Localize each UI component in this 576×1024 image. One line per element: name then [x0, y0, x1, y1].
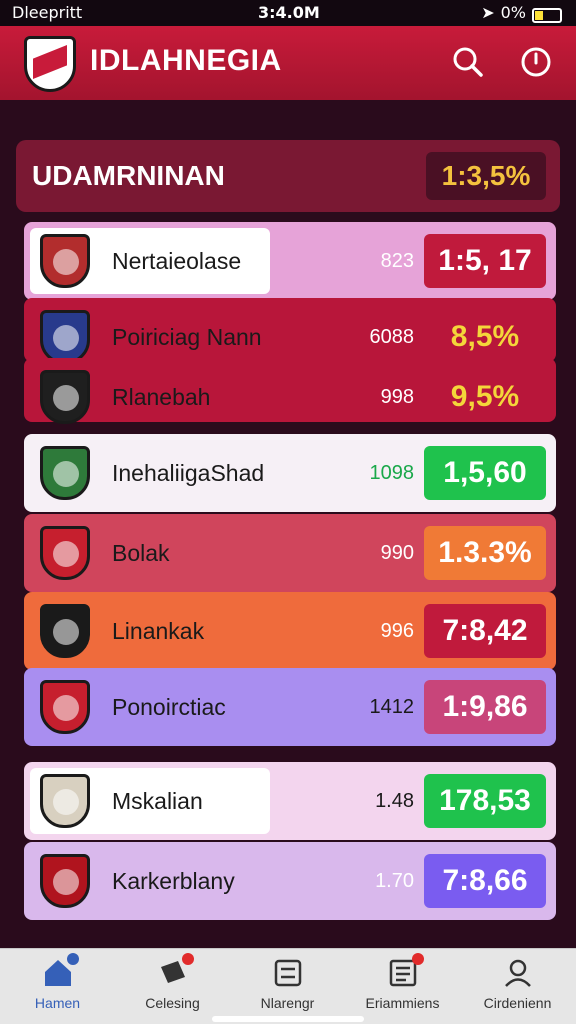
team-crest-icon	[40, 310, 90, 364]
odds-button[interactable]: 8,5%	[424, 310, 546, 364]
team-crest-icon	[40, 774, 90, 828]
team-name: Bolak	[112, 540, 170, 566]
nav-item-calculator[interactable]: Nlarengr	[230, 955, 345, 1011]
team-crest-icon	[40, 234, 90, 288]
team-crest-icon	[40, 446, 90, 500]
list-item[interactable]: Rlanebah 998 9,5%	[24, 358, 556, 424]
team-name: Karkerblany	[112, 868, 235, 894]
list-item[interactable]: Nertaieolase 823 1:5, 17	[24, 222, 556, 300]
list-item[interactable]: Mskalian 1.48 178,53	[24, 762, 556, 840]
team-name: Rlanebah	[112, 384, 211, 410]
summary-value: 1:3,5%	[426, 152, 546, 200]
team-crest-icon	[40, 604, 90, 658]
odds-button[interactable]: 1.3.3%	[424, 526, 546, 580]
summary-card[interactable]: UDAMRNINAN 1:3,5%	[16, 140, 560, 212]
list-item[interactable]: Karkerblany 1.70 7:8,66	[24, 842, 556, 920]
team-name: Ponoirctiac	[112, 694, 226, 720]
team-count: 823	[380, 250, 414, 272]
app-logo[interactable]	[24, 36, 76, 92]
battery-percent: 0%	[500, 3, 526, 22]
search-icon[interactable]	[450, 44, 486, 80]
team-name: Poiriciag Nann	[112, 324, 262, 350]
ticket-icon	[156, 953, 194, 989]
odds-button[interactable]: 1:5, 17	[424, 234, 546, 288]
team-count: 996	[380, 620, 414, 642]
odds-button[interactable]: 1,5,60	[424, 446, 546, 500]
team-name: Nertaieolase	[112, 248, 242, 274]
team-name: Linankak	[112, 618, 205, 644]
app-header: IDLAHNEGIA	[0, 26, 576, 100]
bottom-nav: Hamen Celesing Nlarengr Eriammiens Cirdenien…	[0, 948, 576, 1024]
power-icon[interactable]	[518, 44, 554, 80]
app-title: IDLAHNEGIA	[90, 44, 282, 77]
nav-label: Cirdenienn	[483, 995, 552, 1011]
carrier-label: Dleepritt	[12, 3, 83, 22]
nav-item-profile[interactable]: Cirdenienn	[460, 955, 575, 1011]
home-indicator	[212, 1016, 364, 1022]
nav-item-ticket[interactable]: Celesing	[115, 953, 230, 1011]
odds-button[interactable]: 9,5%	[424, 370, 546, 424]
team-crest-icon	[40, 854, 90, 908]
nav-label: Eriammiens	[365, 995, 440, 1011]
document-icon	[386, 953, 424, 989]
nav-label: Celesing	[145, 995, 200, 1011]
status-right: ➤ 0%	[481, 3, 562, 23]
odds-button[interactable]: 7:8,42	[424, 604, 546, 658]
notification-dot	[66, 953, 79, 965]
profile-icon	[501, 955, 535, 989]
odds-button[interactable]: 1:9,86	[424, 680, 546, 734]
list-item[interactable]: InehaliigaShad 1098 1,5,60	[24, 434, 556, 512]
odds-button[interactable]: 178,53	[424, 774, 546, 828]
status-bar: Dleepritt 3:4.0M ➤ 0%	[0, 0, 576, 26]
summary-title: UDAMRNINAN	[32, 160, 225, 191]
notification-dot	[181, 953, 194, 965]
calculator-icon	[271, 955, 305, 989]
team-count: 6088	[369, 326, 415, 348]
battery-icon	[532, 8, 562, 23]
list-item[interactable]: Poiriciag Nann 6088 8,5%	[24, 298, 556, 364]
list-item[interactable]: Linankak 996 7:8,42	[24, 592, 556, 670]
team-count: 1412	[369, 696, 415, 718]
odds-button[interactable]: 7:8,66	[424, 854, 546, 908]
team-count: 990	[380, 542, 414, 564]
notification-dot	[411, 953, 424, 965]
team-crest-icon	[40, 680, 90, 734]
location-icon: ➤	[481, 3, 495, 22]
team-crest-icon	[40, 370, 90, 424]
nav-label: Hamen	[34, 995, 81, 1011]
nav-item-document[interactable]: Eriammiens	[345, 953, 460, 1011]
team-name: Mskalian	[112, 788, 203, 814]
team-crest-icon	[40, 526, 90, 580]
team-count: 1.70	[375, 870, 414, 892]
clock: 3:4.0M	[258, 3, 320, 22]
nav-item-home[interactable]: Hamen	[0, 953, 115, 1011]
nav-label: Nlarengr	[260, 995, 315, 1011]
team-count: 998	[380, 386, 414, 408]
team-name: InehaliigaShad	[112, 460, 265, 486]
home-icon	[41, 953, 79, 989]
list-item[interactable]: Bolak 990 1.3.3%	[24, 514, 556, 592]
team-count: 1.48	[375, 790, 414, 812]
list-item[interactable]: Ponoirctiac 1412 1:9,86	[24, 668, 556, 746]
team-count: 1098	[369, 462, 415, 484]
